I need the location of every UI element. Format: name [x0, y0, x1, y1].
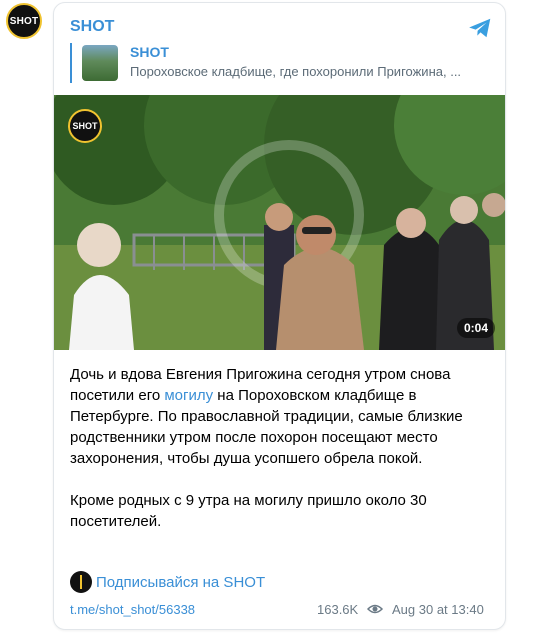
eye-icon — [367, 604, 383, 614]
reply-text: Пороховское кладбище, где похоронили При… — [130, 64, 462, 79]
video-frame — [54, 95, 505, 350]
message-paragraph-1: Дочь и вдова Евгения Пригожина сегодня у… — [70, 366, 463, 467]
grave-link[interactable]: могилу — [164, 387, 213, 404]
video-player[interactable]: SHOT 0:04 — [54, 95, 505, 350]
message-card: SHOT SHOT Пороховское кладбище, где похо… — [53, 2, 506, 630]
video-duration: 0:04 — [456, 318, 495, 338]
message-paragraph-2: Кроме родных с 9 утра на могилу пришло о… — [70, 492, 427, 530]
channel-avatar[interactable]: SHOT — [6, 3, 42, 39]
reply-thumbnail — [82, 45, 118, 81]
video-watermark: SHOT — [68, 109, 102, 143]
subscribe-label: Подписывайся на SHOT — [96, 573, 266, 591]
post-link[interactable]: t.me/shot_shot/56338 — [70, 602, 195, 617]
reply-title: SHOT — [130, 44, 169, 60]
message-text: Дочь и вдова Евгения Пригожина сегодня у… — [70, 364, 492, 532]
reply-preview[interactable]: SHOT Пороховское кладбище, где похоронил… — [70, 43, 490, 83]
view-count: 163.6K — [317, 602, 359, 617]
post-date: Aug 30 at 13:40 — [392, 602, 484, 617]
channel-avatar-text: SHOT — [9, 15, 39, 27]
channel-name[interactable]: SHOT — [70, 18, 114, 36]
shot-logo-icon — [70, 571, 92, 593]
subscribe-link[interactable]: Подписывайся на SHOT — [70, 571, 265, 593]
telegram-icon[interactable] — [467, 15, 493, 41]
